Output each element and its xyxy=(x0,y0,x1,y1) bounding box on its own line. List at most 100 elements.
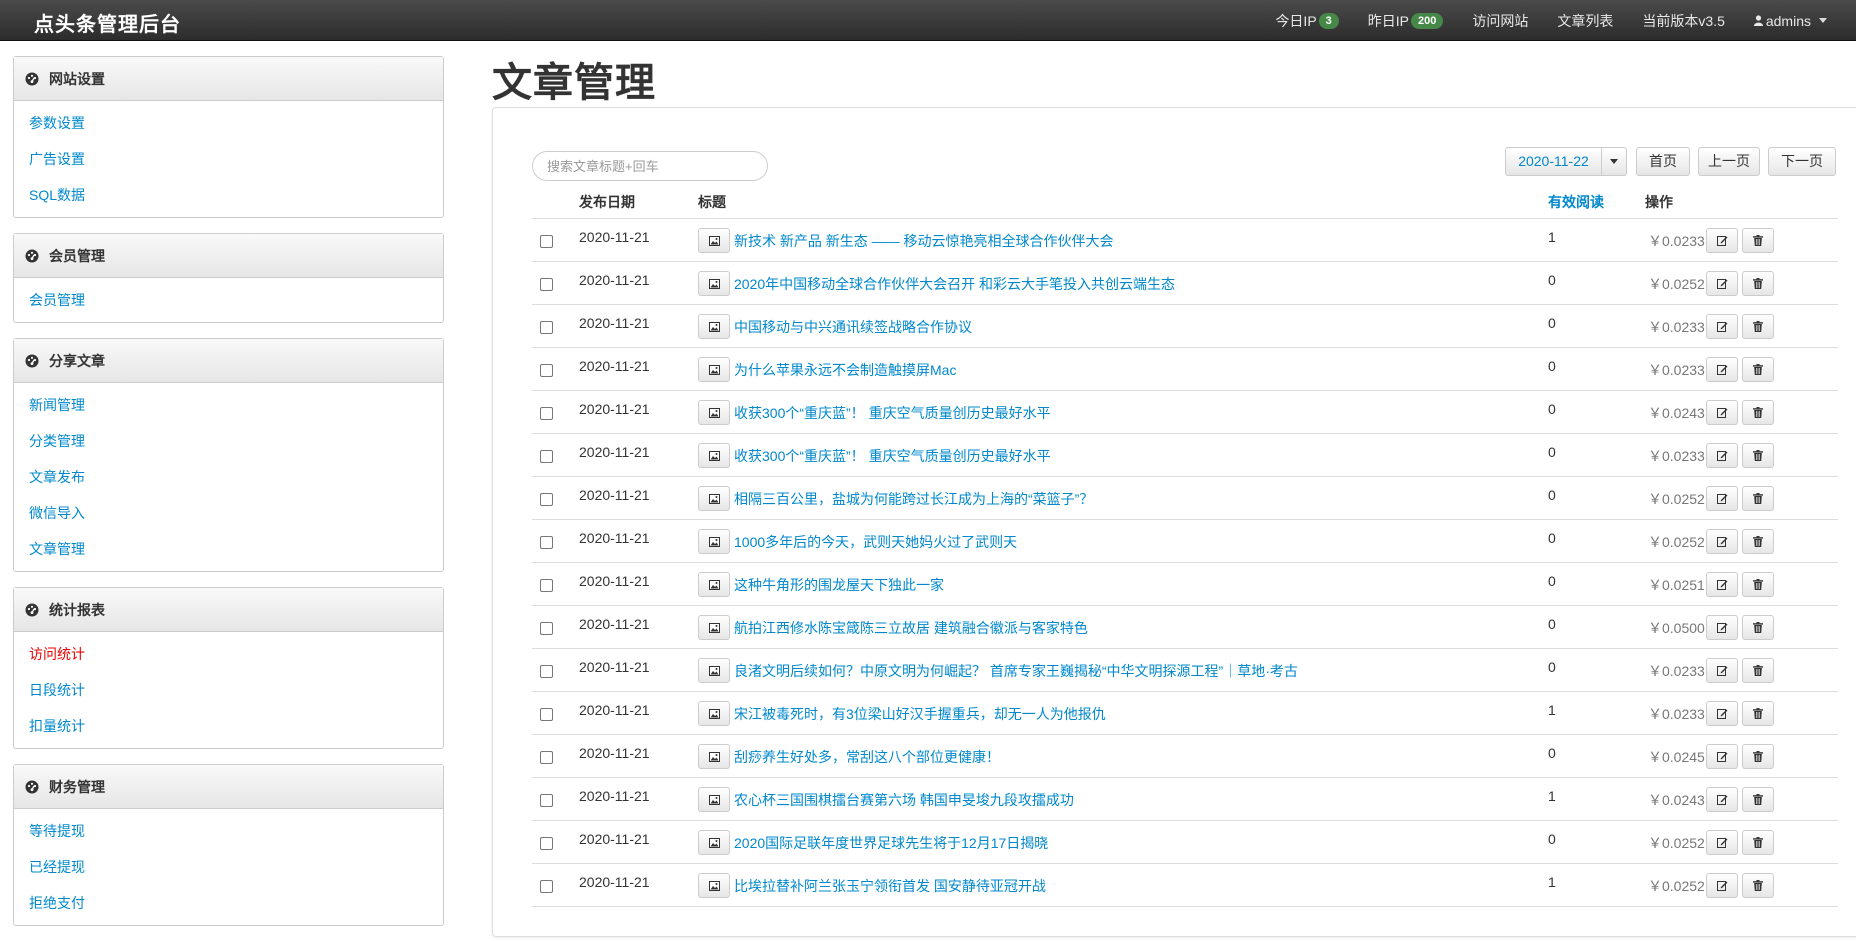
row-checkbox[interactable] xyxy=(540,364,553,377)
image-button[interactable] xyxy=(698,443,730,468)
sidebar-item[interactable]: 微信导入 xyxy=(14,495,443,531)
delete-button[interactable] xyxy=(1742,228,1774,253)
row-checkbox[interactable] xyxy=(540,579,553,592)
row-checkbox[interactable] xyxy=(540,278,553,291)
edit-button[interactable] xyxy=(1706,443,1738,468)
image-button[interactable] xyxy=(698,701,730,726)
edit-button[interactable] xyxy=(1706,658,1738,683)
edit-button[interactable] xyxy=(1706,873,1738,898)
image-button[interactable] xyxy=(698,314,730,339)
row-title-link[interactable]: 刮痧养生好处多，常刮这八个部位更健康！ xyxy=(734,747,1000,767)
row-title-link[interactable]: 2020国际足联年度世界足球先生将于12月17日揭晓 xyxy=(734,833,1048,853)
date-dropdown-toggle[interactable] xyxy=(1602,147,1627,176)
sidebar-item[interactable]: 文章发布 xyxy=(14,459,443,495)
sidebar-panel-header[interactable]: 财务管理 xyxy=(14,765,443,809)
delete-button[interactable] xyxy=(1742,572,1774,597)
row-title-link[interactable]: 2020年中国移动全球合作伙伴大会召开 和彩云大手笔投入共创云端生态 xyxy=(734,274,1175,294)
edit-button[interactable] xyxy=(1706,357,1738,382)
delete-button[interactable] xyxy=(1742,357,1774,382)
delete-button[interactable] xyxy=(1742,443,1774,468)
edit-button[interactable] xyxy=(1706,529,1738,554)
row-checkbox[interactable] xyxy=(540,837,553,850)
row-checkbox[interactable] xyxy=(540,880,553,893)
next-page-button[interactable]: 下一页 xyxy=(1768,147,1836,176)
row-title-link[interactable]: 新技术 新产品 新生态 —— 移动云惊艳亮相全球合作伙伴大会 xyxy=(734,231,1114,251)
row-title-link[interactable]: 相隔三百公里，盐城为何能跨过长江成为上海的“菜篮子”？ xyxy=(734,489,1093,509)
sidebar-panel-header[interactable]: 会员管理 xyxy=(14,234,443,278)
sidebar-panel-header[interactable]: 网站设置 xyxy=(14,57,443,101)
first-page-button[interactable]: 首页 xyxy=(1636,147,1690,176)
row-title-link[interactable]: 农心杯三国围棋擂台赛第六场 韩国申旻埈九段攻擂成功 xyxy=(734,790,1074,810)
edit-button[interactable] xyxy=(1706,572,1738,597)
delete-button[interactable] xyxy=(1742,787,1774,812)
sidebar-panel-header[interactable]: 分享文章 xyxy=(14,339,443,383)
row-title-link[interactable]: 1000多年后的今天，武则天她妈火过了武则天 xyxy=(734,532,1017,552)
sidebar-item[interactable]: 新闻管理 xyxy=(14,387,443,423)
image-button[interactable] xyxy=(698,873,730,898)
today-ip-link[interactable]: 今日IP 3 xyxy=(1275,11,1339,31)
edit-button[interactable] xyxy=(1706,701,1738,726)
edit-button[interactable] xyxy=(1706,228,1738,253)
delete-button[interactable] xyxy=(1742,400,1774,425)
row-title-link[interactable]: 为什么苹果永远不会制造触摸屏Mac xyxy=(734,360,956,380)
delete-button[interactable] xyxy=(1742,658,1774,683)
delete-button[interactable] xyxy=(1742,271,1774,296)
edit-button[interactable] xyxy=(1706,744,1738,769)
image-button[interactable] xyxy=(698,615,730,640)
delete-button[interactable] xyxy=(1742,701,1774,726)
sidebar-item[interactable]: 已经提现 xyxy=(14,849,443,885)
row-checkbox[interactable] xyxy=(540,407,553,420)
row-title-link[interactable]: 航拍江西修水陈宝箴陈三立故居 建筑融合徽派与客家特色 xyxy=(734,618,1088,638)
sidebar-item[interactable]: SQL数据 xyxy=(14,177,443,213)
row-title-link[interactable]: 比埃拉替补阿兰张玉宁领衔首发 国安静待亚冠开战 xyxy=(734,876,1046,896)
row-checkbox[interactable] xyxy=(540,321,553,334)
row-checkbox[interactable] xyxy=(540,536,553,549)
delete-button[interactable] xyxy=(1742,744,1774,769)
delete-button[interactable] xyxy=(1742,615,1774,640)
image-button[interactable] xyxy=(698,357,730,382)
edit-button[interactable] xyxy=(1706,314,1738,339)
sidebar-item[interactable]: 文章管理 xyxy=(14,531,443,567)
image-button[interactable] xyxy=(698,228,730,253)
date-value[interactable]: 2020-11-22 xyxy=(1505,147,1602,176)
row-checkbox[interactable] xyxy=(540,751,553,764)
row-title-link[interactable]: 收获300个“重庆蓝”！ 重庆空气质量创历史最好水平 xyxy=(734,446,1051,466)
prev-page-button[interactable]: 上一页 xyxy=(1698,147,1760,176)
date-selector[interactable]: 2020-11-22 xyxy=(1505,147,1627,176)
version-link[interactable]: 当前版本v3.5 xyxy=(1642,11,1724,31)
edit-button[interactable] xyxy=(1706,271,1738,296)
sidebar-item[interactable]: 访问统计 xyxy=(14,636,443,672)
sidebar-item[interactable]: 分类管理 xyxy=(14,423,443,459)
sidebar-item[interactable]: 广告设置 xyxy=(14,141,443,177)
image-button[interactable] xyxy=(698,744,730,769)
row-checkbox[interactable] xyxy=(540,235,553,248)
edit-button[interactable] xyxy=(1706,615,1738,640)
image-button[interactable] xyxy=(698,572,730,597)
row-title-link[interactable]: 宋江被毒死时，有3位梁山好汉手握重兵，却无一人为他报仇 xyxy=(734,704,1106,724)
image-button[interactable] xyxy=(698,830,730,855)
delete-button[interactable] xyxy=(1742,486,1774,511)
delete-button[interactable] xyxy=(1742,873,1774,898)
row-title-link[interactable]: 中国移动与中兴通讯续签战略合作协议 xyxy=(734,317,972,337)
row-checkbox[interactable] xyxy=(540,665,553,678)
delete-button[interactable] xyxy=(1742,314,1774,339)
sidebar-item[interactable]: 日段统计 xyxy=(14,672,443,708)
user-menu[interactable]: admins xyxy=(1753,13,1827,29)
image-button[interactable] xyxy=(698,271,730,296)
sidebar-item[interactable]: 会员管理 xyxy=(14,282,443,318)
brand-title[interactable]: 点头条管理后台 xyxy=(34,8,181,37)
sidebar-item[interactable]: 拒绝支付 xyxy=(14,885,443,921)
edit-button[interactable] xyxy=(1706,830,1738,855)
row-checkbox[interactable] xyxy=(540,493,553,506)
sidebar-item[interactable]: 等待提现 xyxy=(14,813,443,849)
image-button[interactable] xyxy=(698,486,730,511)
edit-button[interactable] xyxy=(1706,486,1738,511)
search-input[interactable] xyxy=(532,151,768,181)
edit-button[interactable] xyxy=(1706,400,1738,425)
sidebar-item[interactable]: 扣量统计 xyxy=(14,708,443,744)
row-title-link[interactable]: 这种牛角形的围龙屋天下独此一家 xyxy=(734,575,944,595)
sidebar-panel-header[interactable]: 统计报表 xyxy=(14,588,443,632)
row-checkbox[interactable] xyxy=(540,450,553,463)
delete-button[interactable] xyxy=(1742,830,1774,855)
image-button[interactable] xyxy=(698,787,730,812)
